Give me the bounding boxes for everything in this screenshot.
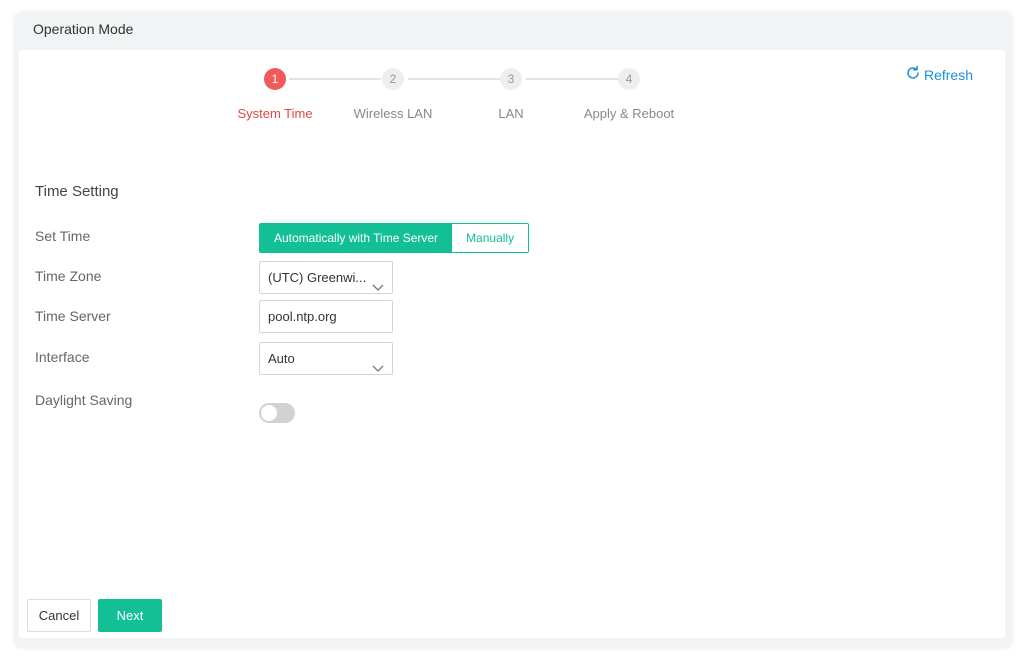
step-4-indicator: 4 bbox=[618, 68, 640, 90]
time-zone-select[interactable]: (UTC) Greenwi... bbox=[259, 261, 393, 294]
step-2-indicator: 2 bbox=[382, 68, 404, 90]
cancel-button[interactable]: Cancel bbox=[27, 599, 91, 632]
time-zone-value: (UTC) Greenwi... bbox=[268, 270, 367, 285]
operation-mode-window: Operation Mode 1 2 3 4 System Time Wirel… bbox=[14, 12, 1012, 648]
interface-select[interactable]: Auto bbox=[259, 342, 393, 375]
section-title: Time Setting bbox=[35, 183, 119, 200]
interface-label: Interface bbox=[35, 349, 90, 365]
time-server-value: pool.ntp.org bbox=[268, 309, 337, 324]
refresh-icon bbox=[905, 65, 921, 84]
step-connector bbox=[526, 78, 618, 80]
set-time-label: Set Time bbox=[35, 228, 91, 244]
time-server-label: Time Server bbox=[35, 308, 111, 324]
step-connector bbox=[289, 78, 381, 80]
chevron-down-icon bbox=[372, 353, 384, 374]
next-button[interactable]: Next bbox=[98, 599, 162, 632]
time-zone-label: Time Zone bbox=[35, 268, 102, 284]
window-title: Operation Mode bbox=[33, 21, 134, 37]
daylight-saving-label: Daylight Saving bbox=[35, 392, 133, 408]
step-3-indicator: 3 bbox=[500, 68, 522, 90]
chevron-down-icon bbox=[372, 272, 384, 293]
wizard-stepper: 1 2 3 4 System Time Wireless LAN LAN App… bbox=[19, 50, 1005, 150]
step-connector bbox=[408, 78, 500, 80]
step-1-indicator: 1 bbox=[264, 68, 286, 90]
set-time-manual-option[interactable]: Manually bbox=[452, 224, 529, 252]
set-time-auto-option[interactable]: Automatically with Time Server bbox=[260, 224, 453, 252]
time-server-input[interactable]: pool.ntp.org bbox=[259, 300, 393, 333]
refresh-label: Refresh bbox=[923, 66, 973, 83]
set-time-toggle: Automatically with Time Server Manually bbox=[259, 223, 530, 253]
toggle-knob bbox=[261, 405, 277, 421]
wizard-panel: 1 2 3 4 System Time Wireless LAN LAN App… bbox=[19, 50, 1005, 638]
interface-value: Auto bbox=[268, 351, 295, 366]
step-4-label: Apply & Reboot bbox=[583, 106, 675, 121]
daylight-saving-toggle[interactable] bbox=[259, 403, 295, 423]
refresh-button[interactable]: Refresh bbox=[905, 65, 973, 84]
